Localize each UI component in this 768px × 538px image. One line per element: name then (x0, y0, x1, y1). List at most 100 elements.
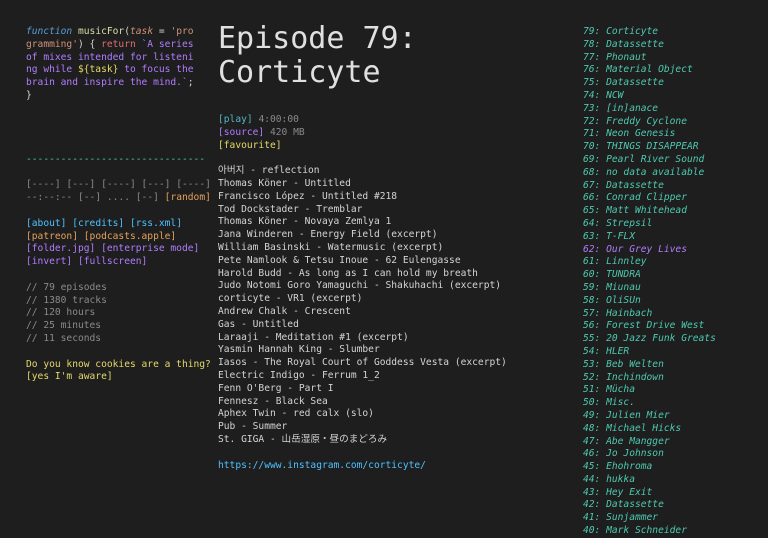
player-play-button[interactable]: .... (107, 192, 130, 203)
episode-list-item[interactable]: 59: Miunau (583, 282, 763, 295)
about-link[interactable]: [about] (26, 218, 66, 229)
track-item: William Basinski - Watermusic (excerpt) (218, 241, 444, 253)
episode-list-item[interactable]: 76: Material Object (583, 64, 763, 77)
code-close: ) { (77, 38, 102, 50)
episode-list-item[interactable]: 73: [in]anace (583, 103, 763, 116)
episode-list-item[interactable]: 67: Datassette (583, 180, 763, 193)
episode-list-item[interactable]: 72: Freddy Cyclone (583, 116, 763, 129)
track-item: Laraaji - Meditation #1 (excerpt) (218, 331, 409, 343)
episode-list-item[interactable]: 46: Jo Johnson (583, 448, 763, 461)
episode-list-item[interactable]: 78: Datassette (583, 39, 763, 52)
episode-list-item[interactable]: 77: Phonaut (583, 52, 763, 65)
player-seg-3[interactable]: [----] (101, 179, 136, 190)
episode-list-item[interactable]: 66: Conrad Clipper (583, 192, 763, 205)
folder-link[interactable]: [folder.jpg] (26, 243, 95, 254)
player-progress: [----] [---] [----] [---] [----] (26, 179, 211, 192)
stat-episodes: // 79 episodes (26, 281, 107, 293)
episode-list-item[interactable]: 79: Corticyte (583, 26, 763, 39)
tracklist: 아버지 - reflection Thomas Köner - Untitled F… (218, 165, 563, 447)
track-item: Judo Notomi Goro Yamaguchi - Shakuhachi … (218, 280, 502, 292)
links-row-1: [about] [credits] [rss.xml] (26, 218, 194, 231)
stat-minutes: // 25 minutes (26, 320, 102, 332)
enterprise-mode-link[interactable]: [enterprise mode] (101, 243, 199, 254)
player-seg-2[interactable]: [---] (66, 179, 95, 190)
track-item: Pub - Summer (218, 421, 288, 433)
podcasts-link[interactable]: [podcasts.apple] (84, 231, 176, 242)
episode-list-item[interactable]: 63: T-FLX (583, 231, 763, 244)
episode-list-item[interactable]: 60: TUNDRA (583, 269, 763, 282)
stat-tracks: // 1380 tracks (26, 294, 107, 306)
episode-list-item[interactable]: 56: Forest Drive West (583, 320, 763, 333)
track-item: Francisco López - Untitled #218 (218, 190, 398, 202)
episode-list-item[interactable]: 40: Mark Schneider (583, 525, 763, 538)
episode-list-item[interactable]: 61: Linnley (583, 256, 763, 269)
cookie-accept-button[interactable]: [yes I'm aware] (26, 371, 194, 384)
episode-list-item[interactable]: 55: 20 Jazz Funk Greats (583, 333, 763, 346)
track-item: Iasos - The Royal Court of Goddess Vesta… (218, 357, 507, 369)
invert-toggle[interactable]: [invert] (26, 256, 72, 267)
episode-list-item[interactable]: 65: Matt Whitehead (583, 205, 763, 218)
episode-list-item[interactable]: 42: Datassette (583, 499, 763, 512)
source-row: [source] 420 MB (218, 127, 563, 140)
player-seg-5[interactable]: [----] (176, 179, 211, 190)
episode-list-item[interactable]: 70: THINGS DISAPPEAR (583, 141, 763, 154)
player-prev-button[interactable]: [--] (78, 192, 101, 203)
player-seg-1[interactable]: [----] (26, 179, 61, 190)
random-button[interactable]: [random] (165, 192, 211, 203)
track-item: St. GIGA - 山岳湿原・昼のまどろみ (218, 433, 388, 445)
left-sidebar: function musicFor(task = 'programming') … (26, 26, 211, 384)
episode-list-item[interactable]: 50: Misc. (583, 397, 763, 410)
episode-list-item[interactable]: 53: Beb Welten (583, 359, 763, 372)
favourite-button[interactable]: [favourite] (218, 140, 563, 153)
episode-list-item[interactable]: 54: HLER (583, 346, 763, 359)
track-item: Thomas Köner - Novaya Zemlya 1 (218, 216, 392, 228)
episode-list-item[interactable]: 64: Strepsil (583, 218, 763, 231)
code-template-var: ${task} (77, 64, 119, 76)
code-equals: = (153, 26, 171, 37)
cookie-question: Do you know cookies are a thing? (26, 358, 211, 370)
episode-list-item[interactable]: 71: Neon Genesis (583, 128, 763, 141)
divider-line: ------------------------------- (26, 153, 206, 165)
source-link[interactable]: [source] (218, 127, 264, 138)
episode-list: 79: Corticyte 78: Datassette 77: Phonaut 76… (583, 26, 763, 538)
episode-list-item[interactable]: 62: Our Grey Lives (583, 244, 763, 257)
fullscreen-toggle[interactable]: [fullscreen] (78, 256, 147, 267)
episode-list-item[interactable]: 57: Hainbach (583, 308, 763, 321)
episode-list-item[interactable]: 43: Hey Exit (583, 487, 763, 500)
episode-title-line-2: Corticyte (218, 55, 381, 90)
patreon-link[interactable]: [patreon] (26, 231, 78, 242)
player-next-button[interactable]: [--] (136, 192, 159, 203)
code-keyword-function: function (26, 26, 73, 37)
episode-list-item[interactable]: 51: Mücha (583, 384, 763, 397)
code-snippet: function musicFor(task = 'programming') … (26, 26, 194, 103)
episode-panel: Episode 79: Corticyte [play] 4:00:00 [so… (218, 22, 563, 472)
code-function-name: musicFor (78, 26, 125, 37)
episode-list-item[interactable]: 41: Sunjammer (583, 512, 763, 525)
player-controls: --:--:-- [--] .... [--] [random] (26, 192, 211, 205)
links-row-3: [folder.jpg] [enterprise mode] (26, 243, 199, 256)
episode-list-item[interactable]: 52: Inchindown (583, 372, 763, 385)
track-item: corticyte - VR1 (excerpt) (218, 293, 363, 305)
episode-list-item[interactable]: 47: Abe Mangger (583, 436, 763, 449)
track-item: 아버지 - reflection (218, 165, 320, 177)
track-item: Andrew Chalk - Crescent (218, 305, 351, 317)
episode-list-item[interactable]: 69: Pearl River Sound (583, 154, 763, 167)
episode-list-item[interactable]: 49: Julien Mier (583, 410, 763, 423)
episode-list-item[interactable]: 74: NCW (583, 90, 763, 103)
episode-list-item[interactable]: 45: Ehohroma (583, 461, 763, 474)
rss-link[interactable]: [rss.xml] (130, 218, 182, 229)
episode-list-item[interactable]: 68: no data available (583, 167, 763, 180)
track-item: Fenn O'Berg - Part I (218, 382, 334, 394)
episode-list-item[interactable]: 58: OliSUn (583, 295, 763, 308)
artist-instagram-link[interactable]: https://www.instagram.com/corticyte/ (218, 460, 563, 473)
links-row-2: [patreon] [podcasts.apple] (26, 231, 194, 244)
play-button[interactable]: [play] (218, 114, 253, 125)
episode-list-item[interactable]: 75: Datassette (583, 77, 763, 90)
player-seg-4[interactable]: [---] (142, 179, 171, 190)
credits-link[interactable]: [credits] (72, 218, 124, 229)
episode-list-item[interactable]: 48: Michael Hicks (583, 423, 763, 436)
stat-seconds: // 11 seconds (26, 332, 102, 344)
track-item: Electric Indigo - Ferrum 1_2 (218, 369, 380, 381)
links-row-4: [invert] [fullscreen] (26, 256, 194, 269)
episode-list-item[interactable]: 44: hukka (583, 474, 763, 487)
